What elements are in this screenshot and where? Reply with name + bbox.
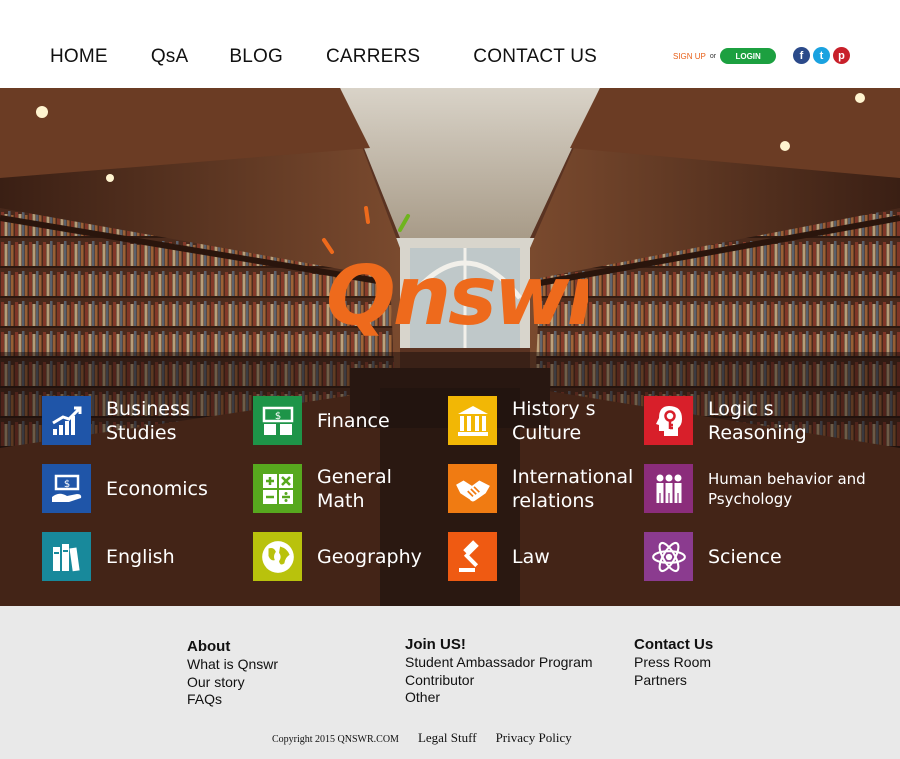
copyright-text: Copyright 2015 QNSWR.COM [272,734,399,745]
category-label: International relations [512,465,634,512]
footer-link-what-is-qnswr[interactable]: What is Qnswr [187,656,278,674]
math-operators-icon [253,464,302,513]
category-label: Law [512,545,550,568]
nav-contact-us[interactable]: CONTACT US [473,46,597,68]
nav-qsa[interactable]: QsA [151,46,189,68]
footer-link-press-room[interactable]: Press Room [634,654,713,672]
legal-stuff-link[interactable]: Legal Stuff [418,730,477,746]
category-label: Human behavior and Psychology [708,469,866,508]
category-label: Geography [317,545,422,568]
banknotes-icon: $ [253,396,302,445]
svg-text:$: $ [274,411,280,422]
category-label: History s Culture [512,397,596,444]
footer-link-contributor[interactable]: Contributor [405,672,593,690]
footer-about: About What is Qnswr Our story FAQs [187,638,278,709]
category-business-studies[interactable]: Business Studies [42,396,190,445]
facebook-icon[interactable]: f [793,47,810,64]
nav-careers[interactable]: CARRERS [326,46,420,68]
category-label: Finance [317,409,390,432]
footer-link-partners[interactable]: Partners [634,672,713,690]
footer-link-faqs[interactable]: FAQs [187,691,278,709]
category-english[interactable]: English [42,532,175,581]
privacy-policy-link[interactable]: Privacy Policy [496,730,572,746]
head-logic-icon [644,396,693,445]
footer-link-other[interactable]: Other [405,689,593,707]
growth-chart-icon [42,396,91,445]
nav-blog[interactable]: BLOG [229,46,283,68]
login-button[interactable]: LOGIN [720,48,777,64]
category-economics[interactable]: $ Economics [42,464,208,513]
atom-icon [644,532,693,581]
twitter-icon[interactable]: t [813,47,830,64]
site-footer: About What is Qnswr Our story FAQs Join … [0,606,900,759]
category-history-culture[interactable]: History s Culture [448,396,596,445]
footer-about-title: About [187,638,231,655]
pinterest-icon[interactable]: p [833,47,850,64]
people-icon [644,464,693,513]
auth-area: SIGN UP or LOGIN [673,48,777,64]
category-international-relations[interactable]: International relations [448,464,633,513]
main-nav: HOME QsA BLOG CARRERS CONTACT US [50,46,597,68]
footer-join: Join US! Student Ambassador Program Cont… [405,636,593,707]
site-header: HOME QsA BLOG CARRERS CONTACT US SIGN UP… [0,0,900,88]
category-label: Science [708,545,782,568]
nav-home[interactable]: HOME [50,46,108,68]
hero-banner: Qnswr Business Studies $ Economics Engli… [0,88,900,606]
footer-join-title: Join US! [405,636,466,653]
category-label: English [106,545,175,568]
money-hand-icon: $ [42,464,91,513]
category-human-behavior-psychology[interactable]: Human behavior and Psychology [644,464,866,513]
category-geography[interactable]: Geography [253,532,422,581]
category-label: Business Studies [106,397,190,444]
category-general-math[interactable]: General Math [253,464,392,513]
footer-contact-title: Contact Us [634,636,714,653]
svg-text:$: $ [63,479,69,490]
signup-link[interactable]: SIGN UP [673,52,706,61]
category-label: Economics [106,477,208,500]
social-links: f t p [793,47,853,64]
footer-link-student-ambassador[interactable]: Student Ambassador Program [405,654,593,672]
gavel-icon [448,532,497,581]
category-science[interactable]: Science [644,532,782,581]
footer-bottom-bar: Copyright 2015 QNSWR.COM Legal Stuff Pri… [272,730,591,746]
qnswr-logo[interactable]: Qnswr [318,206,588,356]
books-icon [42,532,91,581]
footer-link-our-story[interactable]: Our story [187,674,278,692]
category-law[interactable]: Law [448,532,550,581]
category-label: Logic s Reasoning [708,397,807,444]
svg-text:Qnswr: Qnswr [326,249,588,344]
handshake-icon [448,464,497,513]
category-finance[interactable]: $ Finance [253,396,390,445]
museum-icon [448,396,497,445]
footer-contact: Contact Us Press Room Partners [634,636,713,689]
globe-icon [253,532,302,581]
or-text: or [709,52,717,60]
category-label: General Math [317,465,392,512]
category-logic-reasoning[interactable]: Logic s Reasoning [644,396,807,445]
